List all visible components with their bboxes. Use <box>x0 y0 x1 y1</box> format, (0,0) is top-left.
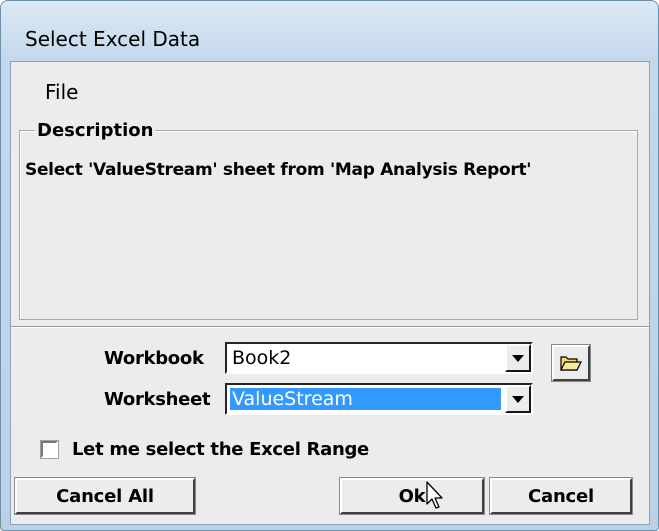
cancel-button[interactable]: Cancel <box>489 477 633 515</box>
description-text: Select 'ValueStream' sheet from 'Map Ana… <box>25 160 532 180</box>
title-bar[interactable]: Select Excel Data <box>1 1 658 59</box>
worksheet-label: Worksheet <box>104 389 211 410</box>
ok-button[interactable]: Ok <box>339 477 485 515</box>
mouse-cursor-icon <box>426 481 443 509</box>
browse-workbook-button[interactable] <box>551 344 591 382</box>
cancel-all-label: Cancel All <box>56 485 154 507</box>
workbook-label: Workbook <box>104 348 204 369</box>
menu-file[interactable]: File <box>41 80 82 104</box>
folder-open-icon <box>560 356 582 371</box>
cancel-label: Cancel <box>527 485 595 507</box>
worksheet-dropdown-button[interactable] <box>505 385 531 413</box>
worksheet-value: ValueStream <box>230 388 501 410</box>
separator <box>11 326 649 328</box>
workbook-value: Book2 <box>232 347 292 369</box>
select-range-label[interactable]: Let me select the Excel Range <box>72 439 369 460</box>
description-group <box>19 130 638 320</box>
worksheet-combobox[interactable]: ValueStream <box>225 383 533 415</box>
workbook-dropdown-button[interactable] <box>505 344 531 372</box>
window-title: Select Excel Data <box>25 27 201 51</box>
cancel-all-button[interactable]: Cancel All <box>14 477 196 515</box>
description-legend: Description <box>35 120 156 141</box>
chevron-down-icon <box>512 395 524 403</box>
dialog-window: Select Excel Data File Description Selec… <box>0 0 659 531</box>
chevron-down-icon <box>512 354 524 362</box>
dialog-client-area: File Description Select 'ValueStream' sh… <box>10 61 650 525</box>
select-range-checkbox[interactable] <box>40 440 59 459</box>
ok-label: Ok <box>398 485 426 507</box>
workbook-combobox[interactable]: Book2 <box>225 342 533 374</box>
menu-bar: File <box>11 62 649 114</box>
